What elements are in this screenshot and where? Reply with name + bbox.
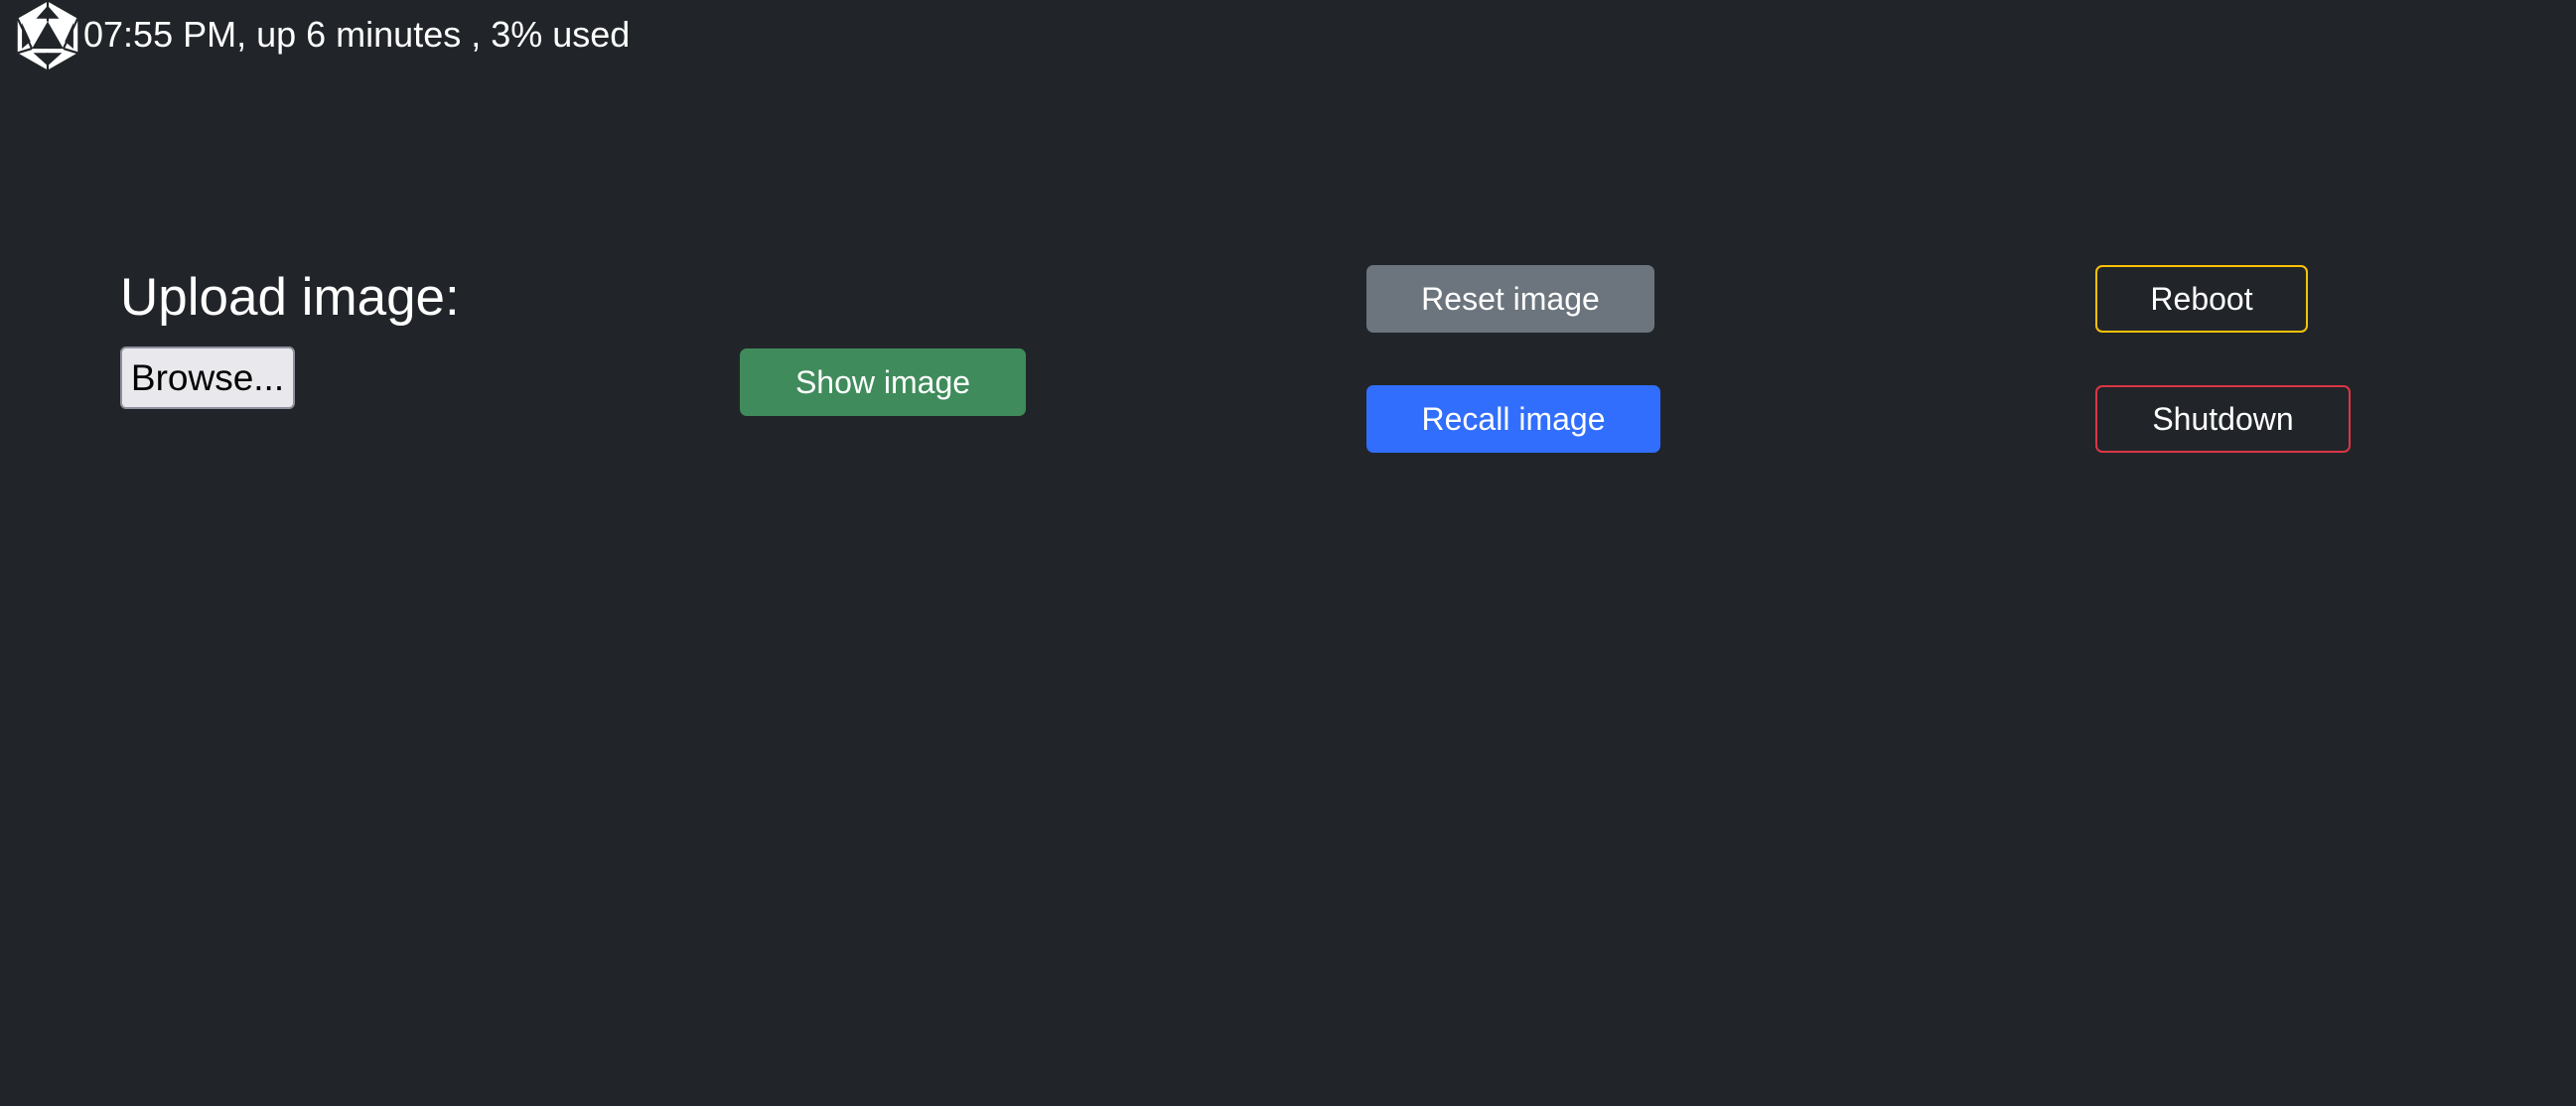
reboot-button[interactable]: Reboot bbox=[2095, 265, 2308, 333]
status-bar: 07:55 PM, up 6 minutes , 3% used bbox=[12, 0, 630, 71]
d20-logo-icon bbox=[16, 1, 79, 70]
browse-button[interactable]: Browse... bbox=[120, 346, 295, 409]
reset-image-button[interactable]: Reset image bbox=[1366, 265, 1654, 333]
status-text: 07:55 PM, up 6 minutes , 3% used bbox=[83, 14, 631, 55]
show-image-button[interactable]: Show image bbox=[740, 348, 1026, 416]
recall-image-button[interactable]: Recall image bbox=[1366, 385, 1660, 453]
upload-title: Upload image: bbox=[120, 268, 460, 327]
shutdown-button[interactable]: Shutdown bbox=[2095, 385, 2351, 453]
